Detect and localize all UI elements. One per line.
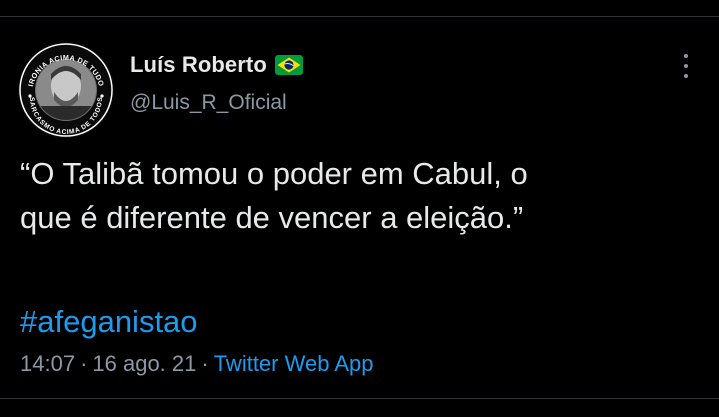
tweet-meta: 14:07 · 16 ago. 21 · Twitter Web App xyxy=(20,351,373,377)
author-name-row[interactable]: Luís Roberto xyxy=(130,50,303,80)
bottom-divider xyxy=(0,398,719,399)
avatar[interactable]: IRONIA ACIMA DE TUDO SARCASMO ACIMA DE T… xyxy=(18,42,114,138)
author-handle[interactable]: @Luis_R_Oficial xyxy=(130,91,287,115)
top-divider xyxy=(0,16,719,17)
tweet-time[interactable]: 14:07 xyxy=(20,351,75,376)
author-display-name[interactable]: Luís Roberto xyxy=(130,52,267,78)
meta-separator: · xyxy=(201,351,209,376)
tweet-text: “O Talibã tomou o poder em Cabul, o que … xyxy=(20,152,700,240)
avatar-image: IRONIA ACIMA DE TUDO SARCASMO ACIMA DE T… xyxy=(19,43,113,137)
meta-separator: · xyxy=(80,351,88,376)
hashtag-link[interactable]: #afeganistao xyxy=(20,300,198,344)
flag-brazil-icon xyxy=(274,55,303,75)
tweet-text-line-1: “O Talibã tomou o poder em Cabul, o xyxy=(20,156,528,191)
more-options-icon[interactable] xyxy=(676,54,696,78)
tweet-date[interactable]: 16 ago. 21 xyxy=(92,351,196,376)
tweet-text-line-2: que é diferente de vencer a eleição.” xyxy=(20,200,524,235)
tweet-source-link[interactable]: Twitter Web App xyxy=(214,351,374,376)
